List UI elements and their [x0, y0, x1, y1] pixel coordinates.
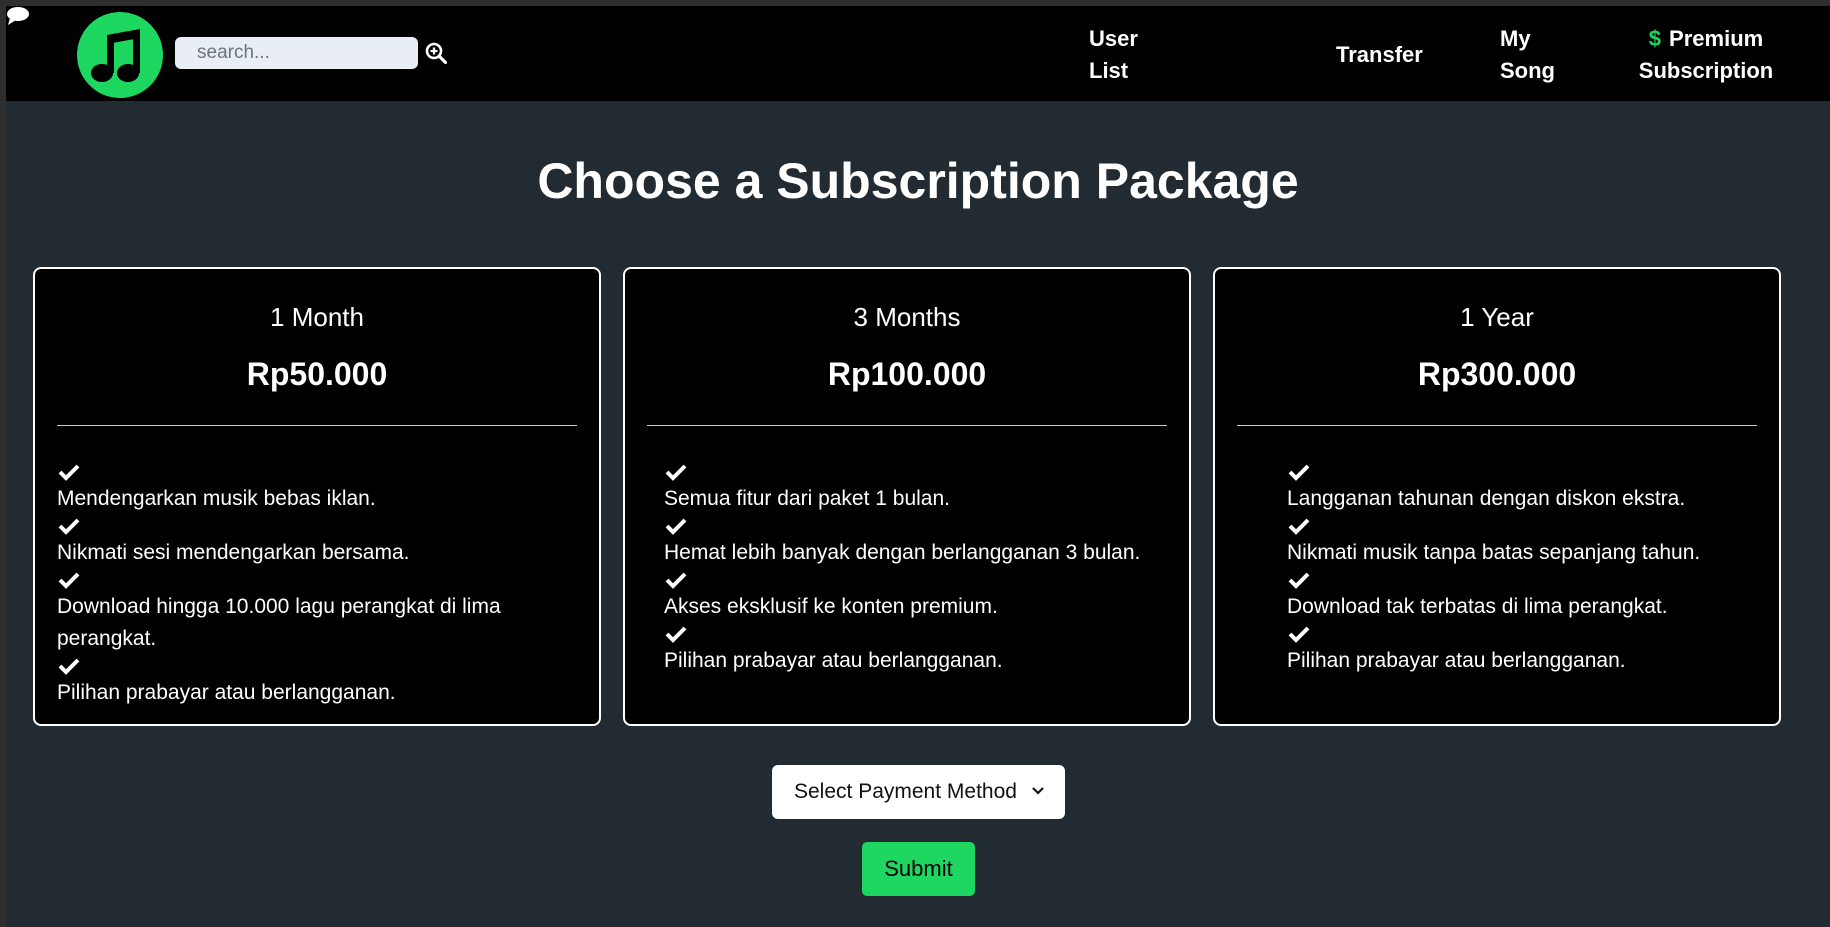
list-item: Hemat lebih banyak dengan berlangganan 3…: [664, 515, 1169, 569]
search-button[interactable]: [425, 42, 448, 69]
list-item: Pilihan prabayar atau berlangganan.: [57, 655, 579, 709]
feature-text: Nikmati musik tanpa batas sepanjang tahu…: [1287, 541, 1701, 564]
chat-bubble-icon: [7, 7, 29, 25]
check-icon: [58, 464, 80, 481]
list-item: Download hingga 10.000 lagu perangkat di…: [57, 569, 579, 655]
list-item: Mendengarkan musik bebas iklan.: [57, 461, 579, 515]
check-icon: [665, 464, 687, 481]
search-input[interactable]: [175, 37, 418, 69]
list-item: Nikmati musik tanpa batas sepanjang tahu…: [1287, 515, 1759, 569]
list-item: Akses eksklusif ke konten premium.: [664, 569, 1169, 623]
list-item: Semua fitur dari paket 1 bulan.: [664, 461, 1169, 515]
list-item: Nikmati sesi mendengarkan bersama.: [57, 515, 579, 569]
list-item: Pilihan prabayar atau berlangganan.: [1287, 623, 1759, 677]
chevron-down-icon: [1032, 787, 1044, 795]
feature-text: Akses eksklusif ke konten premium.: [664, 595, 998, 618]
feature-list: Mendengarkan musik bebas iklan. Nikmati …: [57, 461, 579, 709]
nav-chat[interactable]: [6, 7, 30, 30]
plan-name: 1 Year: [1460, 302, 1534, 332]
app-frame: User List Transfer My Song $Premium Subs…: [6, 6, 1830, 927]
logo[interactable]: [77, 12, 163, 98]
feature-list: Langganan tahunan dengan diskon ekstra. …: [1287, 461, 1759, 677]
plan-card-1-year[interactable]: 1 Year Rp300.000 Langganan tahunan denga…: [1213, 267, 1781, 726]
feature-text: Pilihan prabayar atau berlangganan.: [57, 681, 396, 704]
check-icon: [665, 518, 687, 535]
check-icon: [58, 572, 80, 589]
nav-premium-subscription[interactable]: $ Premium Subscription: [1636, 23, 1776, 87]
feature-text: Nikmati sesi mendengarkan bersama.: [57, 541, 410, 564]
check-icon: [665, 572, 687, 589]
feature-text: Hemat lebih banyak dengan berlangganan 3…: [664, 541, 1141, 564]
plan-price: Rp100.000: [827, 356, 987, 392]
feature-text: Download tak terbatas di lima perangkat.: [1287, 595, 1668, 618]
divider: [57, 425, 577, 426]
payment-method-label: Select Payment Method: [794, 780, 1017, 803]
check-icon: [1288, 572, 1310, 589]
page-title: Choose a Subscription Package: [537, 153, 1299, 209]
nav-my-song[interactable]: My Song: [1500, 23, 1560, 87]
plan-card-3-months[interactable]: 3 Months Rp100.000 Semua fitur dari pake…: [623, 267, 1191, 726]
check-icon: [665, 626, 687, 643]
plan-name: 1 Month: [270, 302, 364, 332]
top-navbar: User List Transfer My Song $Premium Subs…: [6, 6, 1830, 101]
check-icon: [1288, 464, 1310, 481]
feature-list: Semua fitur dari paket 1 bulan. Hemat le…: [664, 461, 1169, 677]
feature-text: Download hingga 10.000 lagu perangkat di…: [57, 595, 501, 650]
feature-text: Langganan tahunan dengan diskon ekstra.: [1287, 487, 1686, 510]
list-item: Langganan tahunan dengan diskon ekstra.: [1287, 461, 1759, 515]
payment-method-select[interactable]: Select Payment Method: [772, 765, 1065, 819]
dollar-icon: $: [1648, 26, 1662, 51]
zoom-in-icon: [425, 42, 448, 65]
plan-name: 3 Months: [853, 302, 961, 332]
divider: [1237, 425, 1757, 426]
music-note-icon: [91, 29, 140, 82]
check-icon: [58, 518, 80, 535]
nav-transfer[interactable]: Transfer: [1336, 39, 1423, 71]
feature-text: Pilihan prabayar atau berlangganan.: [664, 649, 1003, 672]
check-icon: [1288, 518, 1310, 535]
check-icon: [58, 658, 80, 675]
list-item: Download tak terbatas di lima perangkat.: [1287, 569, 1759, 623]
check-icon: [1288, 626, 1310, 643]
submit-button[interactable]: Submit: [862, 842, 975, 896]
feature-text: Semua fitur dari paket 1 bulan.: [664, 487, 951, 510]
feature-text: Mendengarkan musik bebas iklan.: [57, 487, 376, 510]
plan-price: Rp300.000: [1417, 356, 1577, 392]
plan-price: Rp50.000: [246, 356, 388, 392]
nav-user-list[interactable]: User List: [1089, 23, 1149, 87]
feature-text: Pilihan prabayar atau berlangganan.: [1287, 649, 1626, 672]
divider: [647, 425, 1167, 426]
plan-card-1-month[interactable]: 1 Month Rp50.000 Mendengarkan musik beba…: [33, 267, 601, 726]
list-item: Pilihan prabayar atau berlangganan.: [664, 623, 1169, 677]
